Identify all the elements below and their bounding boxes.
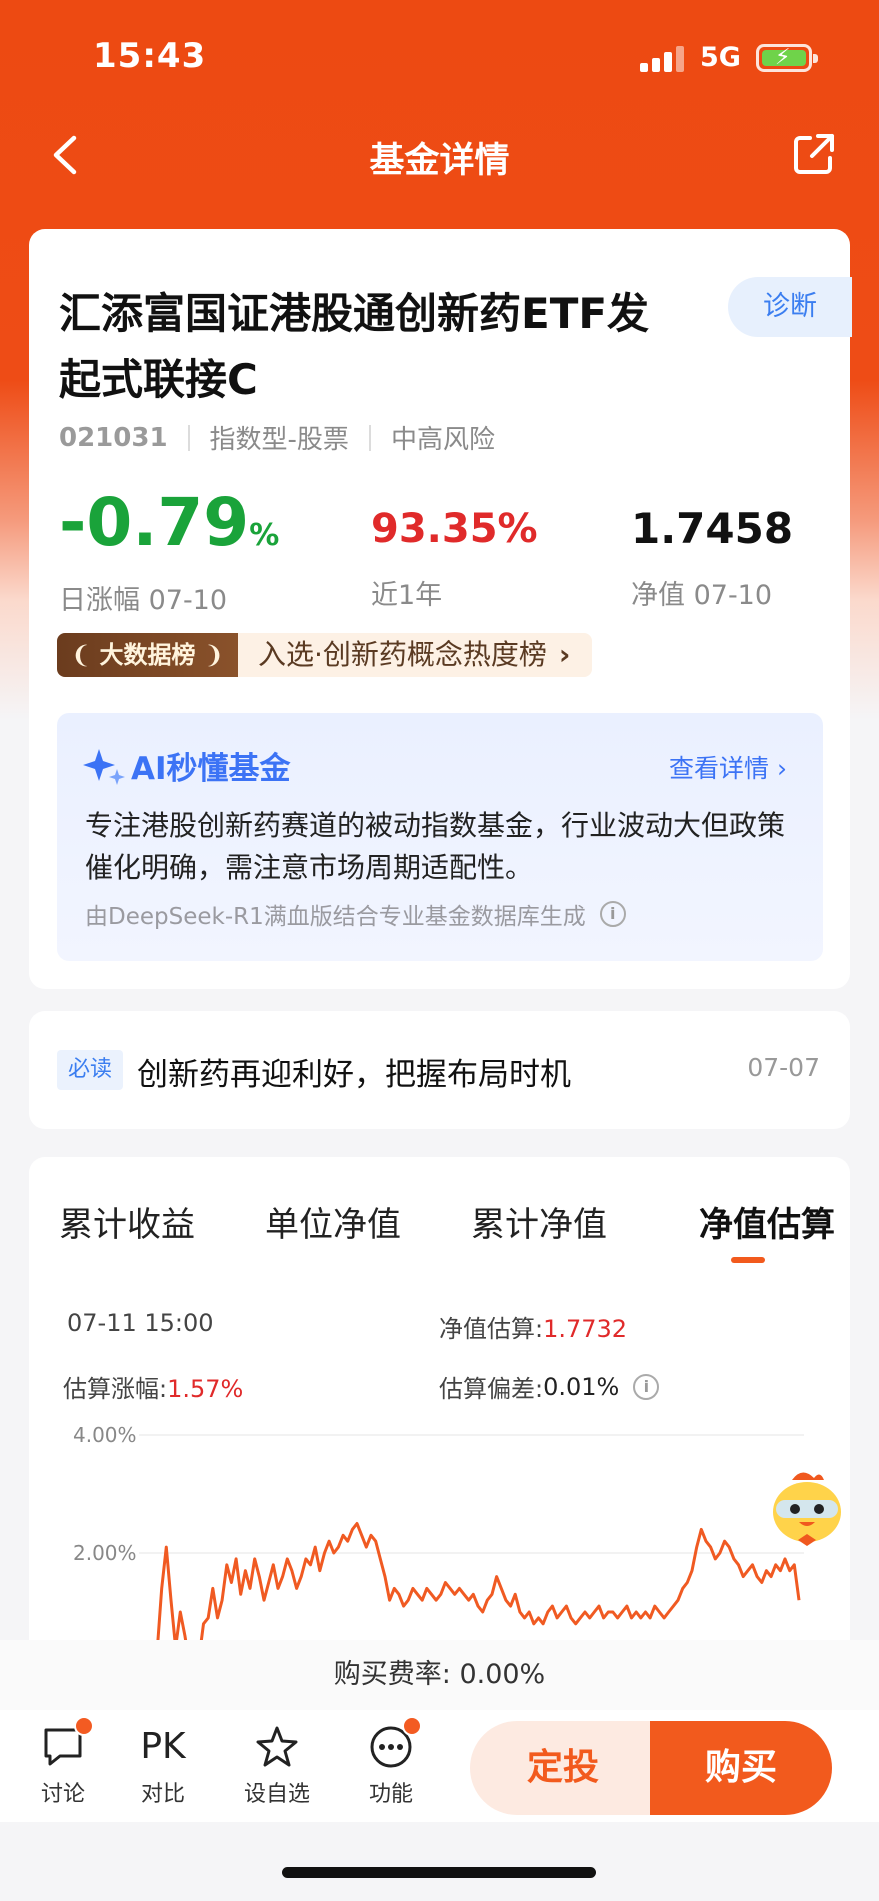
nav-label: 净值 07-10 [631,580,773,611]
nav-stat: 1.7458 净值 07-10 [631,499,793,612]
daily-change-unit: % [249,518,280,553]
page-title: 基金详情 [369,141,510,181]
ai-title: AI秒懂基金 [83,743,291,788]
share-icon[interactable] [792,132,836,176]
nav-estimate-chart: 4.00% 2.00% [73,1423,804,1667]
sip-button[interactable]: 定投 [470,1721,656,1815]
fund-meta: 021031 指数型-股票 中高风险 [59,419,495,456]
must-read-tag: 必读 [57,1050,123,1090]
fund-summary-card: 汇添富国证港股通创新药ETF发起式联接C 诊断 021031 指数型-股票 中高… [29,229,852,989]
sparkle-icon [83,748,125,785]
year-return-stat: 93.35% 近1年 [371,499,538,612]
mascot-icon[interactable] [762,1466,852,1556]
chevron-right-icon: › [777,754,787,783]
y-tick-label: 2.00% [73,1541,137,1565]
divider [187,424,190,451]
info-icon[interactable]: i [599,901,626,927]
ai-summary-box: AI秒懂基金 查看详情 › 专注港股创新药赛道的被动指数基金，行业波动大但政策催… [57,713,823,961]
daily-change-stat: -0.79% 日涨幅 07-10 [59,487,279,617]
year-return-label: 近1年 [371,580,443,611]
ai-view-details-link[interactable]: 查看详情 › [669,749,787,785]
divider [368,424,371,451]
network-type: 5G [700,42,741,73]
ai-footnote: 由DeepSeek-R1满血版结合专业基金数据库生成 i [85,897,626,931]
compare-button[interactable]: PK 对比 [128,1724,198,1808]
star-icon [256,1726,298,1767]
y-tick-label: 4.00% [73,1423,137,1447]
news-title: 创新药再迎利好，把握布局时机 [137,1057,571,1093]
daily-change-label: 日涨幅 07-10 [59,585,228,616]
home-indicator [282,1867,596,1878]
chevron-right-icon: › [558,638,571,671]
rank-text: 入选·创新药概念热度榜 › [237,633,593,677]
add-watchlist-button[interactable]: 设自选 [242,1724,312,1808]
news-date: 07-07 [747,1053,820,1082]
more-functions-button[interactable]: 功能 [356,1716,426,1808]
fund-code: 021031 [59,422,168,453]
daily-change-value: -0.79 [59,484,250,561]
fund-type: 指数型-股票 [209,425,349,455]
chart-card: 累计收益 单位净值 累计净值 净值估算 07-11 15:00 净值估算:1.7… [29,1157,850,1717]
ai-summary-text: 专注港股创新药赛道的被动指数基金，行业波动大但政策催化明确，需注意市场周期适配性… [85,809,786,884]
buy-button[interactable]: 购买 [650,1721,832,1815]
status-time: 15:43 [93,36,207,76]
notification-dot [402,1716,422,1736]
discuss-button[interactable]: 讨论 [28,1716,98,1808]
news-card[interactable]: 必读 创新药再迎利好，把握布局时机 07-07 [29,1011,850,1129]
nav-value: 1.7458 [631,504,794,553]
fund-name: 汇添富国证港股通创新药ETF发起式联接C [59,289,650,404]
signal-icon [640,46,686,72]
rank-badge: ❨ 大数据榜 ❩ [57,633,238,677]
status-bar: 15:43 5G ⚡ [0,0,879,110]
notification-dot [74,1716,94,1736]
hot-rank-banner[interactable]: ❨ 大数据榜 ❩ 入选·创新药概念热度榜 › [57,633,593,677]
battery-icon: ⚡ [756,44,818,72]
year-return-value: 93.35% [371,506,538,552]
purchase-fee: 购买费率: 0.00% [0,1640,879,1710]
fund-risk: 中高风险 [390,425,495,455]
diagnose-button[interactable]: 诊断 [728,277,852,337]
pk-icon: PK [140,1726,186,1767]
nav-bar: 基金详情 [0,120,879,190]
bottom-action-bar: 讨论 PK 对比 设自选 功能 定投 购买 [0,1710,879,1822]
